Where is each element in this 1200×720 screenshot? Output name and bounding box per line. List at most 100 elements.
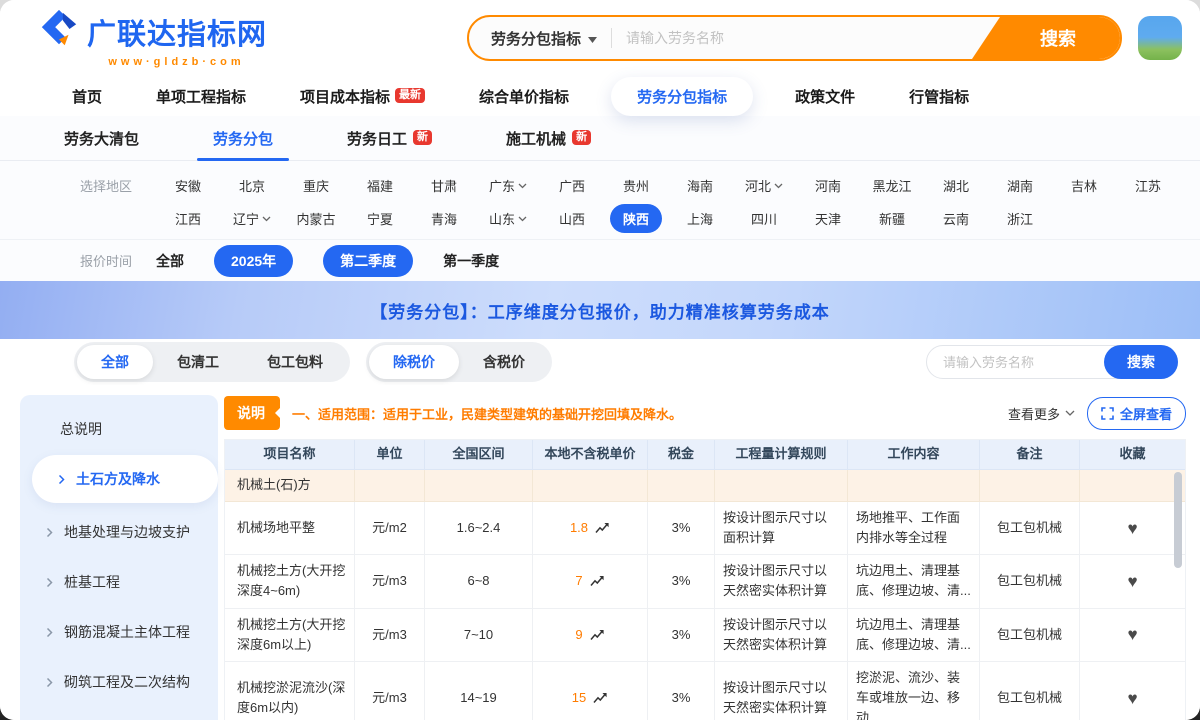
sidebar-item-地基处理与边坡支护[interactable]: 地基处理与边坡支护 <box>20 507 218 557</box>
nav-item-劳务分包指标[interactable]: 劳务分包指标 <box>611 77 753 116</box>
region-option-浙江[interactable]: 浙江 <box>988 204 1052 233</box>
table-scrollbar[interactable] <box>1174 472 1182 568</box>
region-option-山东[interactable]: 山东 <box>476 204 540 233</box>
group-row-cell <box>425 470 533 502</box>
nav-item-综合单价指标[interactable]: 综合单价指标 <box>479 86 569 107</box>
cell-national-range: 7~10 <box>425 609 533 662</box>
column-header-收藏: 收藏 <box>1080 440 1185 470</box>
main-panel: 说明 一、适用范围：适用于工业，民建类型建筑的基础开挖回填及降水。 查看更多 全… <box>224 395 1186 720</box>
region-option-河北[interactable]: 河北 <box>732 176 796 195</box>
time-option-第一季度[interactable]: 第一季度 <box>443 251 499 271</box>
nav-item-label: 首页 <box>72 86 102 107</box>
cell-note: 包工包机械 <box>980 662 1080 720</box>
region-option-陕西[interactable]: 陕西 <box>604 204 668 233</box>
heart-icon[interactable]: ♥ <box>1127 690 1137 707</box>
search-input[interactable] <box>626 30 970 46</box>
cell-favorite[interactable]: ♥ <box>1080 502 1185 555</box>
type-option-包工包料[interactable]: 包工包料 <box>243 345 347 379</box>
region-option-辽宁[interactable]: 辽宁 <box>220 204 284 233</box>
region-option-河南[interactable]: 河南 <box>796 176 860 195</box>
type-option-包清工[interactable]: 包清工 <box>153 345 243 379</box>
view-more-button[interactable]: 查看更多 <box>1008 404 1075 423</box>
subnav-tab-劳务分包[interactable]: 劳务分包 <box>213 128 273 160</box>
region-label: 重庆 <box>303 176 329 195</box>
sidebar-item-桩基工程[interactable]: 桩基工程 <box>20 557 218 607</box>
table-header-row: 项目名称单位全国区间本地不含税单价税金工程量计算规则工作内容备注收藏 <box>225 440 1185 470</box>
group-row-cell <box>355 470 425 502</box>
nav-item-项目成本指标[interactable]: 项目成本指标最新 <box>300 86 425 107</box>
fullscreen-button[interactable]: 全屏查看 <box>1087 397 1186 430</box>
notice-text: 一、适用范围：适用于工业，民建类型建筑的基础开挖回填及降水。 <box>292 404 996 423</box>
region-option-安徽[interactable]: 安徽 <box>156 176 220 195</box>
region-label: 河北 <box>745 176 771 195</box>
nav-item-政策文件[interactable]: 政策文件 <box>795 86 855 107</box>
tax-option-含税价[interactable]: 含税价 <box>459 345 549 379</box>
region-option-贵州[interactable]: 贵州 <box>604 176 668 195</box>
subnav-tab-施工机械[interactable]: 施工机械新 <box>506 128 591 160</box>
sidebar-item-钢筋混凝土主体工程[interactable]: 钢筋混凝土主体工程 <box>20 607 218 657</box>
site-logo[interactable]: 广联达指标网 www·gldzb·com <box>38 8 267 68</box>
region-label: 福建 <box>367 176 393 195</box>
region-label: 云南 <box>943 209 969 228</box>
subnav-tab-劳务大清包[interactable]: 劳务大清包 <box>64 128 139 160</box>
region-option-黑龙江[interactable]: 黑龙江 <box>860 176 924 195</box>
cell-favorite[interactable]: ♥ <box>1080 555 1185 608</box>
price-value: 1.8 <box>570 518 588 538</box>
search-category-dropdown[interactable]: 劳务分包指标 <box>491 28 597 49</box>
nav-item-label: 综合单价指标 <box>479 86 569 107</box>
region-option-吉林[interactable]: 吉林 <box>1052 176 1116 195</box>
sidebar-item-装饰装修工程[interactable]: 装饰装修工程 <box>20 707 218 720</box>
view-more-label: 查看更多 <box>1008 404 1060 423</box>
region-option-江苏[interactable]: 江苏 <box>1116 176 1180 195</box>
region-label: 江西 <box>175 209 201 228</box>
search-button[interactable]: 搜索 <box>972 17 1120 59</box>
region-option-云南[interactable]: 云南 <box>924 204 988 233</box>
sidebar-item-土石方及降水[interactable]: 土石方及降水 <box>32 455 218 503</box>
region-option-山西[interactable]: 山西 <box>540 204 604 233</box>
quote-time-label: 报价时间 <box>80 251 138 270</box>
region-option-天津[interactable]: 天津 <box>796 204 860 233</box>
index-table: 项目名称单位全国区间本地不含税单价税金工程量计算规则工作内容备注收藏 机械土(石… <box>224 439 1186 720</box>
avatar[interactable] <box>1138 16 1182 60</box>
region-option-内蒙古[interactable]: 内蒙古 <box>284 204 348 233</box>
heart-icon[interactable]: ♥ <box>1127 626 1137 643</box>
region-option-北京[interactable]: 北京 <box>220 176 284 195</box>
cell-favorite[interactable]: ♥ <box>1080 609 1185 662</box>
region-option-宁夏[interactable]: 宁夏 <box>348 204 412 233</box>
chevron-down-icon <box>518 216 527 222</box>
region-option-上海[interactable]: 上海 <box>668 204 732 233</box>
tax-option-除税价[interactable]: 除税价 <box>369 345 459 379</box>
heart-icon[interactable]: ♥ <box>1127 520 1137 537</box>
region-option-江西[interactable]: 江西 <box>156 204 220 233</box>
nav-item-单项工程指标[interactable]: 单项工程指标 <box>156 86 246 107</box>
subnav-tab-劳务日工[interactable]: 劳务日工新 <box>347 128 432 160</box>
time-option-2025年[interactable]: 2025年 <box>214 245 293 277</box>
region-label: 江苏 <box>1135 176 1161 195</box>
region-option-广西[interactable]: 广西 <box>540 176 604 195</box>
nav-item-行管指标[interactable]: 行管指标 <box>909 86 969 107</box>
region-option-甘肃[interactable]: 甘肃 <box>412 176 476 195</box>
region-option-海南[interactable]: 海南 <box>668 176 732 195</box>
contract-type-segment: 全部包清工包工包料 <box>74 342 350 382</box>
region-option-福建[interactable]: 福建 <box>348 176 412 195</box>
time-option-第二季度[interactable]: 第二季度 <box>323 245 413 277</box>
logo-mark-icon <box>38 8 80 55</box>
region-label: 广东 <box>489 176 515 195</box>
cell-favorite[interactable]: ♥ <box>1080 662 1185 720</box>
heart-icon[interactable]: ♥ <box>1127 573 1137 590</box>
region-option-重庆[interactable]: 重庆 <box>284 176 348 195</box>
cell-unit: 元/m3 <box>355 555 425 608</box>
type-option-全部[interactable]: 全部 <box>77 345 153 379</box>
region-option-青海[interactable]: 青海 <box>412 204 476 233</box>
region-option-新疆[interactable]: 新疆 <box>860 204 924 233</box>
sidebar-item-砌筑工程及二次结构[interactable]: 砌筑工程及二次结构 <box>20 657 218 707</box>
sidebar-item-总说明[interactable]: 总说明 <box>20 407 218 451</box>
nav-item-首页[interactable]: 首页 <box>72 86 102 107</box>
table-search-button[interactable]: 搜索 <box>1104 345 1178 379</box>
region-option-广东[interactable]: 广东 <box>476 176 540 195</box>
region-option-四川[interactable]: 四川 <box>732 204 796 233</box>
time-option-全部[interactable]: 全部 <box>156 251 184 271</box>
region-option-湖北[interactable]: 湖北 <box>924 176 988 195</box>
region-option-湖南[interactable]: 湖南 <box>988 176 1052 195</box>
nav-item-label: 单项工程指标 <box>156 86 246 107</box>
